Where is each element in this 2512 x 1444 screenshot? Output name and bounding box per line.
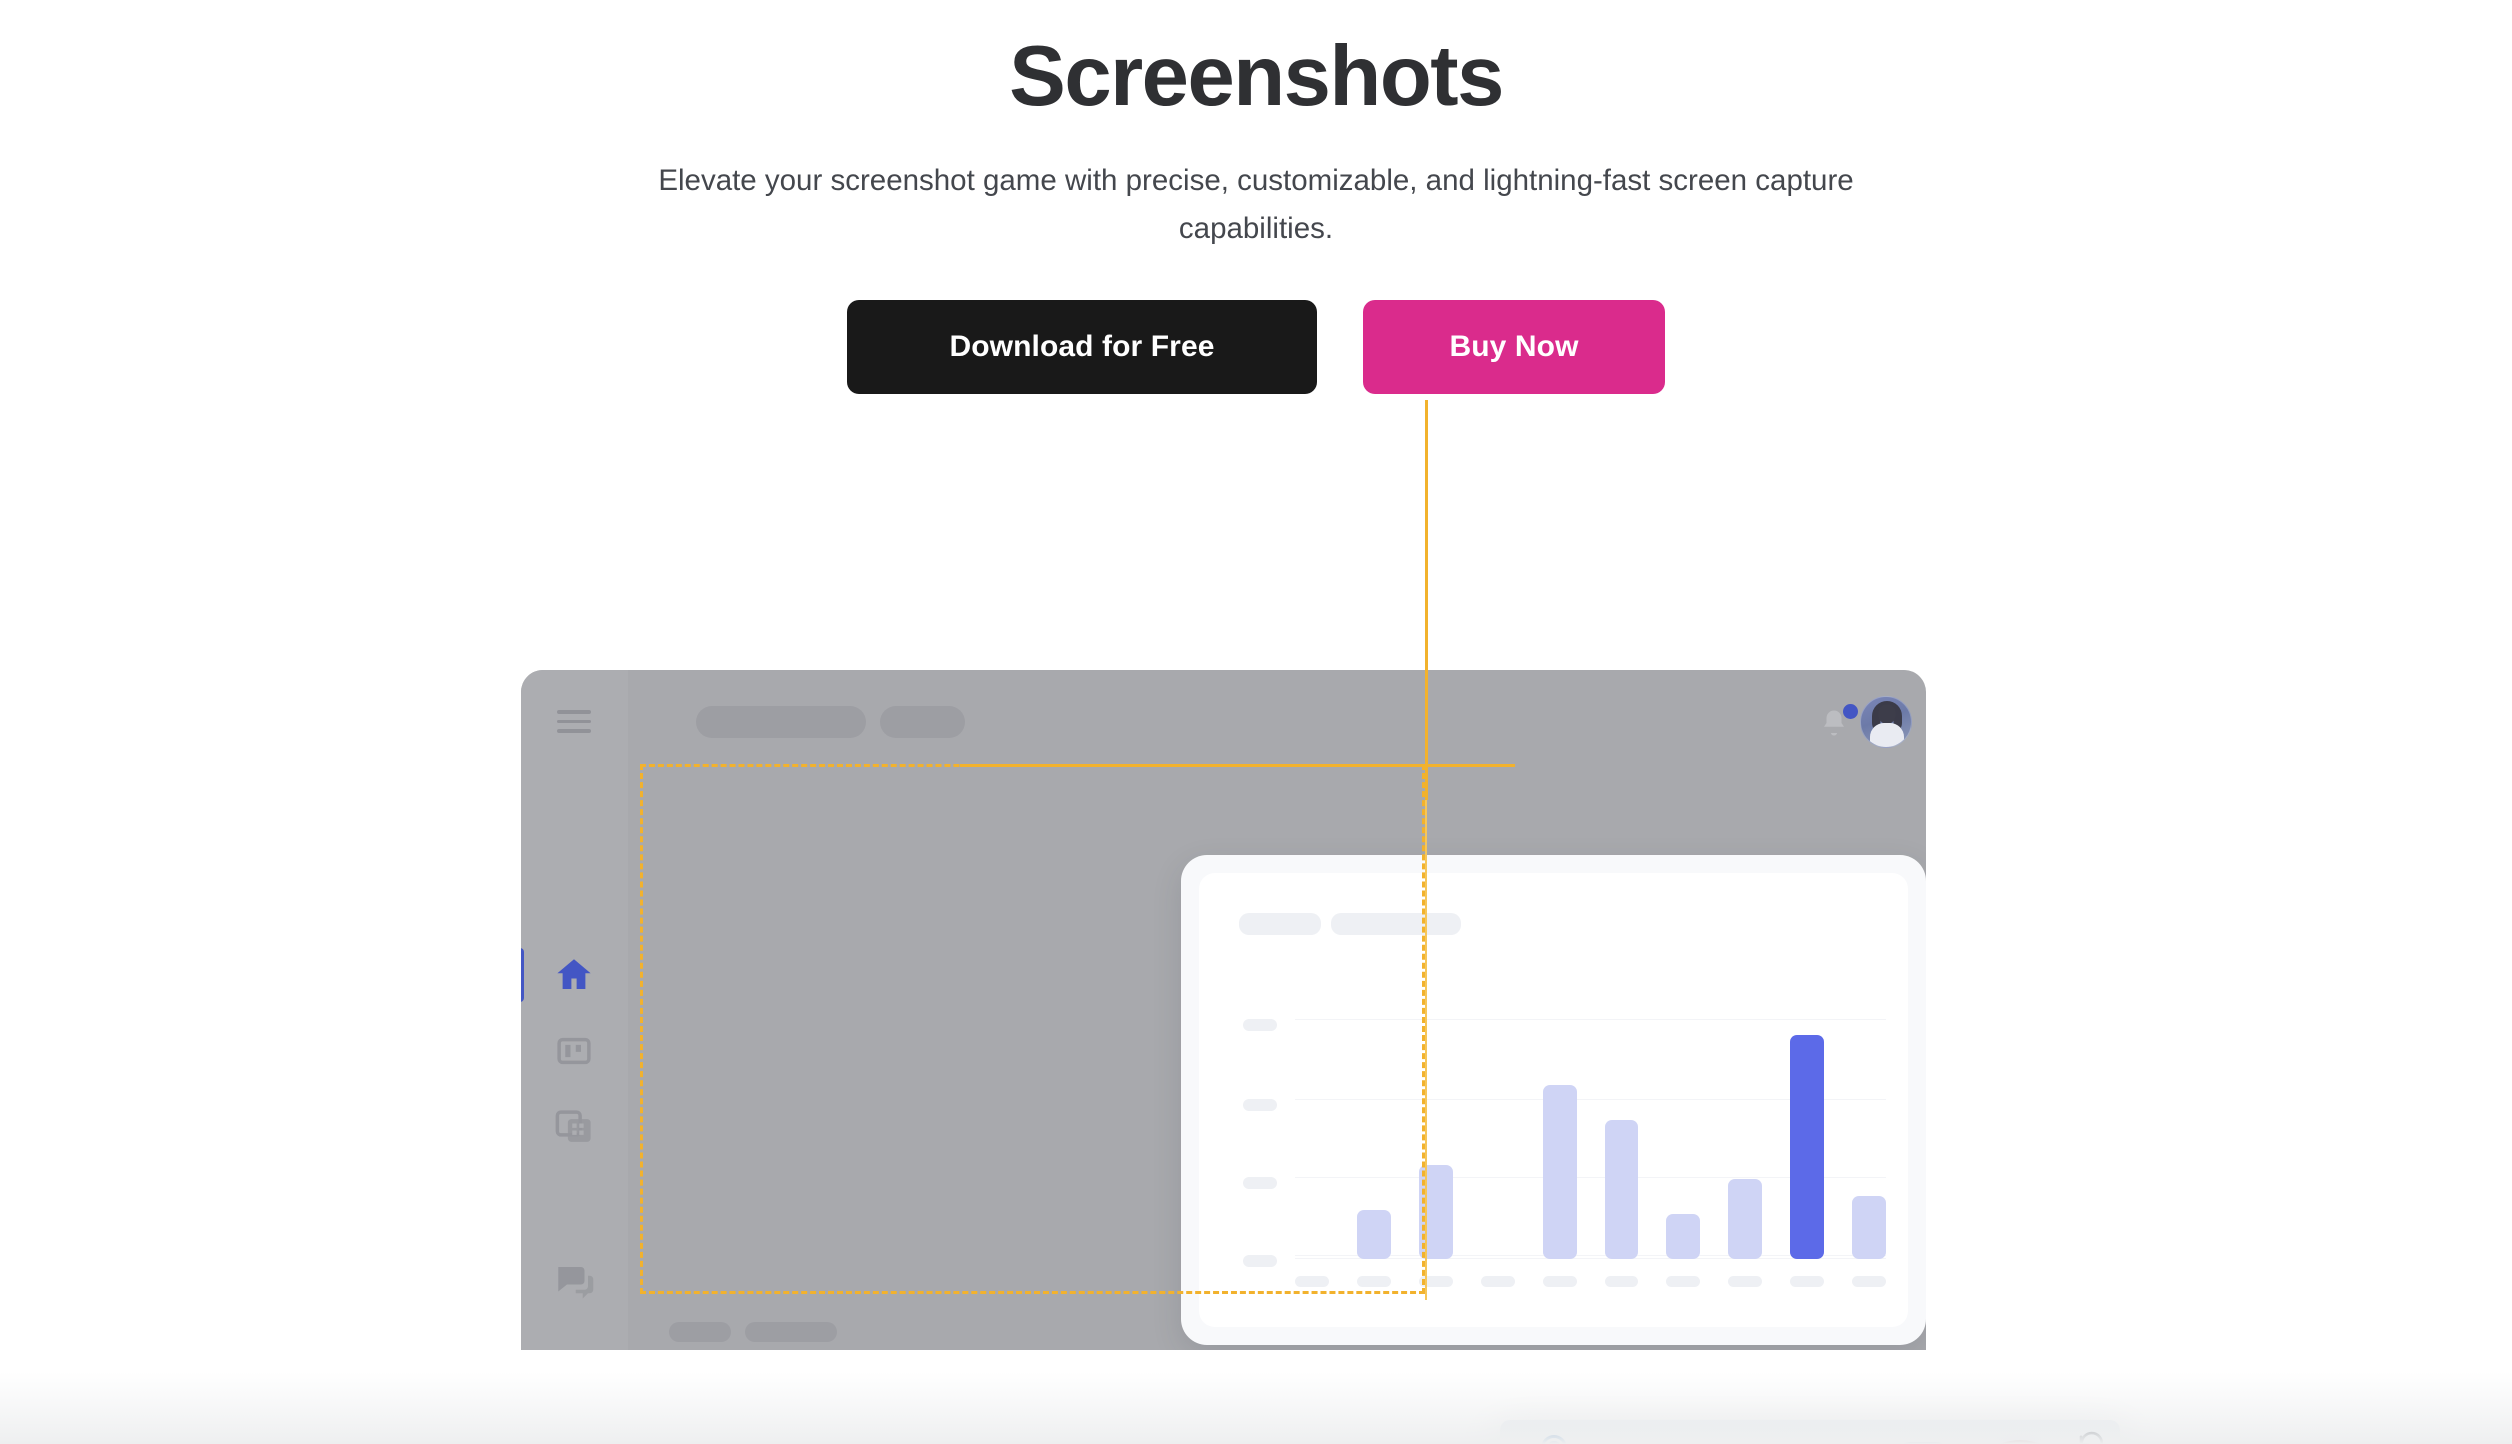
page-bottom-gradient	[0, 1372, 2512, 1444]
skeleton-bar	[696, 706, 866, 738]
hero-section: Screenshots Elevate your screenshot game…	[0, 0, 2512, 394]
hero-subtitle: Elevate your screenshot game with precis…	[658, 164, 1854, 245]
x-axis-tick	[1790, 1276, 1825, 1287]
sidebar-item-grid[interactable]	[553, 1106, 595, 1148]
sidebar-item-board[interactable]	[553, 1030, 595, 1072]
hamburger-icon[interactable]	[557, 710, 591, 733]
chart-bar	[1852, 1196, 1887, 1259]
x-axis-tick	[1728, 1276, 1763, 1287]
sidebar-active-indicator	[521, 948, 524, 1002]
crosshair-vertical-thin	[1425, 800, 1427, 1300]
x-axis-tick	[1852, 1276, 1887, 1287]
sidebar-item-home[interactable]	[553, 954, 595, 996]
selection-rectangle[interactable]	[640, 764, 1425, 1294]
chart-bar	[1728, 1178, 1763, 1259]
skeleton-bar	[669, 1322, 731, 1342]
page-title: Screenshots	[1009, 29, 1504, 124]
avatar[interactable]	[1860, 696, 1912, 748]
chart-bar	[1666, 1214, 1701, 1259]
x-axis-tick	[1604, 1276, 1639, 1287]
product-screenshot-stage: 142,500 •••	[0, 400, 2512, 1444]
page-root: Screenshots Elevate your screenshot game…	[0, 0, 2512, 1444]
notification-dot	[1843, 704, 1858, 719]
x-axis-tick	[1480, 1276, 1515, 1287]
chart-bar	[1604, 1120, 1639, 1259]
chart-bar	[1790, 1035, 1825, 1259]
dashboard-topbar	[628, 670, 1926, 775]
hero-cta-group: Download for Free Buy Now	[0, 300, 2512, 394]
x-axis-tick	[1542, 1276, 1577, 1287]
download-for-free-button[interactable]: Download for Free	[847, 300, 1317, 394]
buy-now-button[interactable]: Buy Now	[1363, 300, 1665, 394]
dashboard-sidebar	[521, 670, 628, 1350]
crosshair-horizontal	[960, 764, 1515, 767]
skeleton-bar	[880, 706, 965, 738]
x-axis-tick	[1666, 1276, 1701, 1287]
crosshair-vertical	[1425, 400, 1428, 800]
chart-bar	[1542, 1084, 1577, 1259]
sidebar-item-chat[interactable]	[553, 1260, 595, 1302]
skeleton-bar	[745, 1322, 837, 1342]
